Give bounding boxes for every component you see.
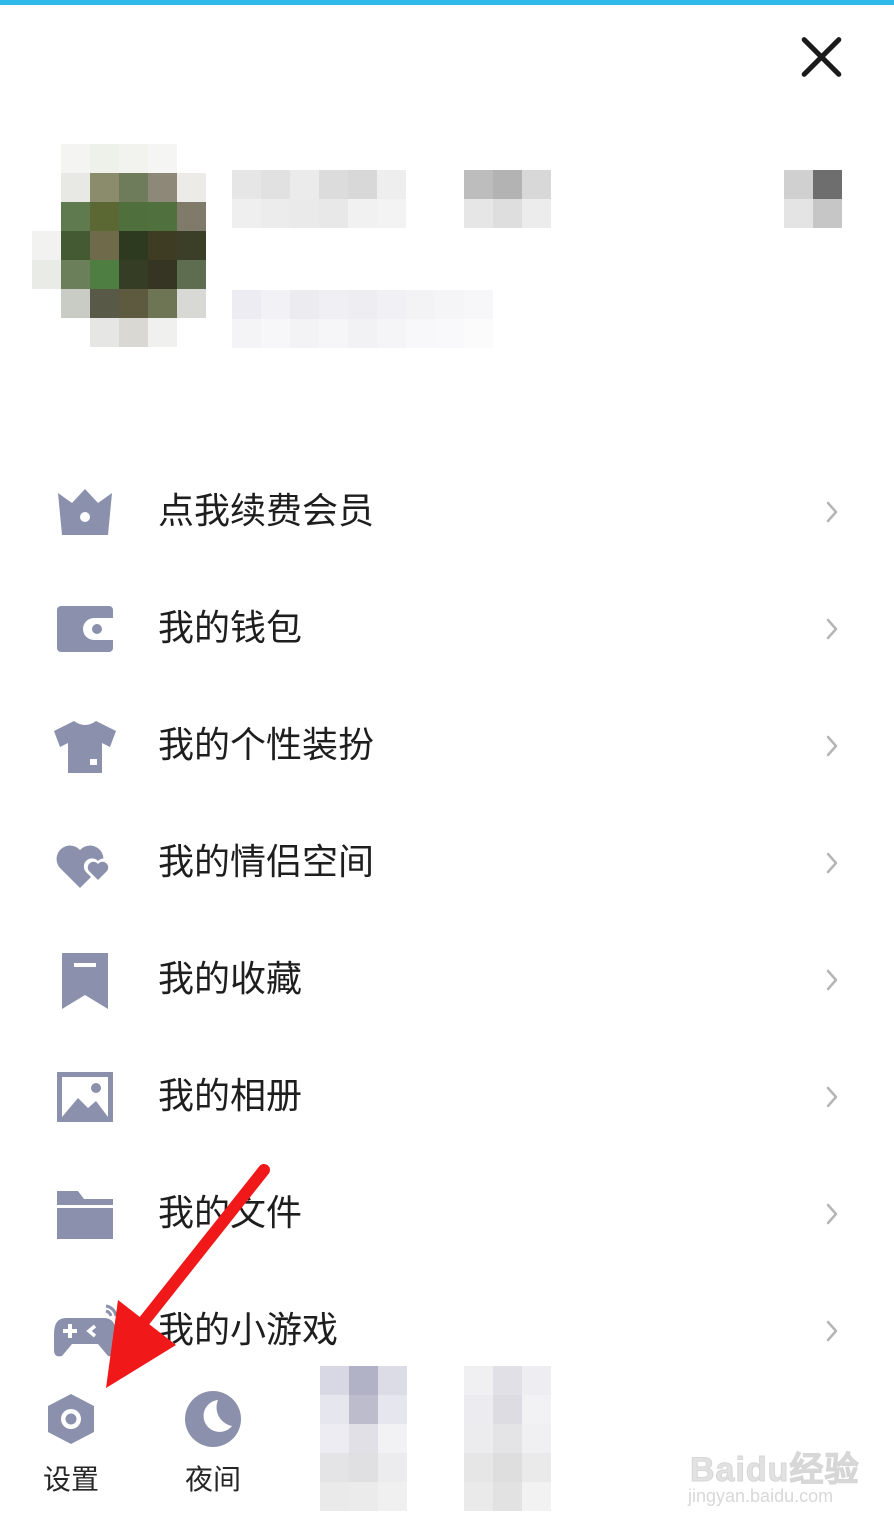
menu-item-label: 我的小游戏 bbox=[158, 1310, 339, 1351]
crown-icon bbox=[58, 489, 112, 535]
menu-item-couple-space[interactable]: 我的情侣空间 bbox=[0, 804, 894, 921]
profile-header[interactable] bbox=[0, 140, 894, 360]
photo-icon bbox=[57, 1072, 113, 1122]
settings-hexagon-icon bbox=[48, 1394, 94, 1444]
settings-button[interactable]: 设置 bbox=[16, 1380, 126, 1510]
menu-item-label: 我的钱包 bbox=[158, 608, 303, 649]
bookmark-icon bbox=[62, 953, 108, 1009]
menu-item-album[interactable]: 我的相册 bbox=[0, 1038, 894, 1155]
chevron-right-icon bbox=[826, 735, 838, 757]
menu-item-label: 我的相册 bbox=[158, 1076, 303, 1117]
chevron-right-icon bbox=[826, 852, 838, 874]
menu-item-label: 我的情侣空间 bbox=[158, 842, 375, 883]
toolbar-item-blurred[interactable] bbox=[320, 1366, 408, 1511]
chevron-right-icon bbox=[826, 501, 838, 523]
toolbar-item-blurred[interactable] bbox=[464, 1366, 552, 1511]
settings-label: 设置 bbox=[42, 1463, 99, 1496]
chevron-right-icon bbox=[826, 969, 838, 991]
shirt-icon bbox=[54, 721, 116, 773]
moon-icon bbox=[185, 1391, 241, 1447]
watermark-sub: jingyan.baidu.com bbox=[688, 1486, 834, 1506]
menu-item-dressup[interactable]: 我的个性装扮 bbox=[0, 687, 894, 804]
night-label: 夜间 bbox=[184, 1463, 241, 1496]
folder-icon bbox=[57, 1191, 113, 1239]
close-icon[interactable] bbox=[792, 28, 850, 86]
gamepad-icon bbox=[54, 1304, 118, 1357]
chevron-right-icon bbox=[826, 618, 838, 640]
menu-item-label: 我的文件 bbox=[158, 1193, 303, 1234]
menu-item-favorites[interactable]: 我的收藏 bbox=[0, 921, 894, 1038]
watermark-main: Baidu经验 bbox=[689, 1451, 860, 1490]
menu-item-vip[interactable]: 点我续费会员 bbox=[0, 453, 894, 570]
menu-item-label: 我的收藏 bbox=[158, 959, 303, 1000]
baidu-watermark: Baidu经验 jingyan.baidu.com bbox=[684, 1442, 864, 1522]
chevron-right-icon bbox=[826, 1320, 838, 1342]
top-accent-bar bbox=[0, 0, 894, 5]
hearts-icon bbox=[56, 845, 113, 888]
menu-item-label: 我的个性装扮 bbox=[158, 725, 375, 766]
side-menu: 点我续费会员 我的钱包 我的个性装扮 我的情侣空间 我的收藏 我的相册 我的文件… bbox=[0, 453, 894, 1389]
chevron-right-icon bbox=[826, 1086, 838, 1108]
night-mode-button[interactable]: 夜间 bbox=[158, 1380, 268, 1510]
menu-item-files[interactable]: 我的文件 bbox=[0, 1155, 894, 1272]
menu-item-wallet[interactable]: 我的钱包 bbox=[0, 570, 894, 687]
wallet-icon bbox=[57, 606, 113, 652]
menu-item-minigames[interactable]: 我的小游戏 bbox=[0, 1272, 894, 1389]
menu-item-label: 点我续费会员 bbox=[158, 491, 375, 532]
chevron-right-icon bbox=[826, 1203, 838, 1225]
